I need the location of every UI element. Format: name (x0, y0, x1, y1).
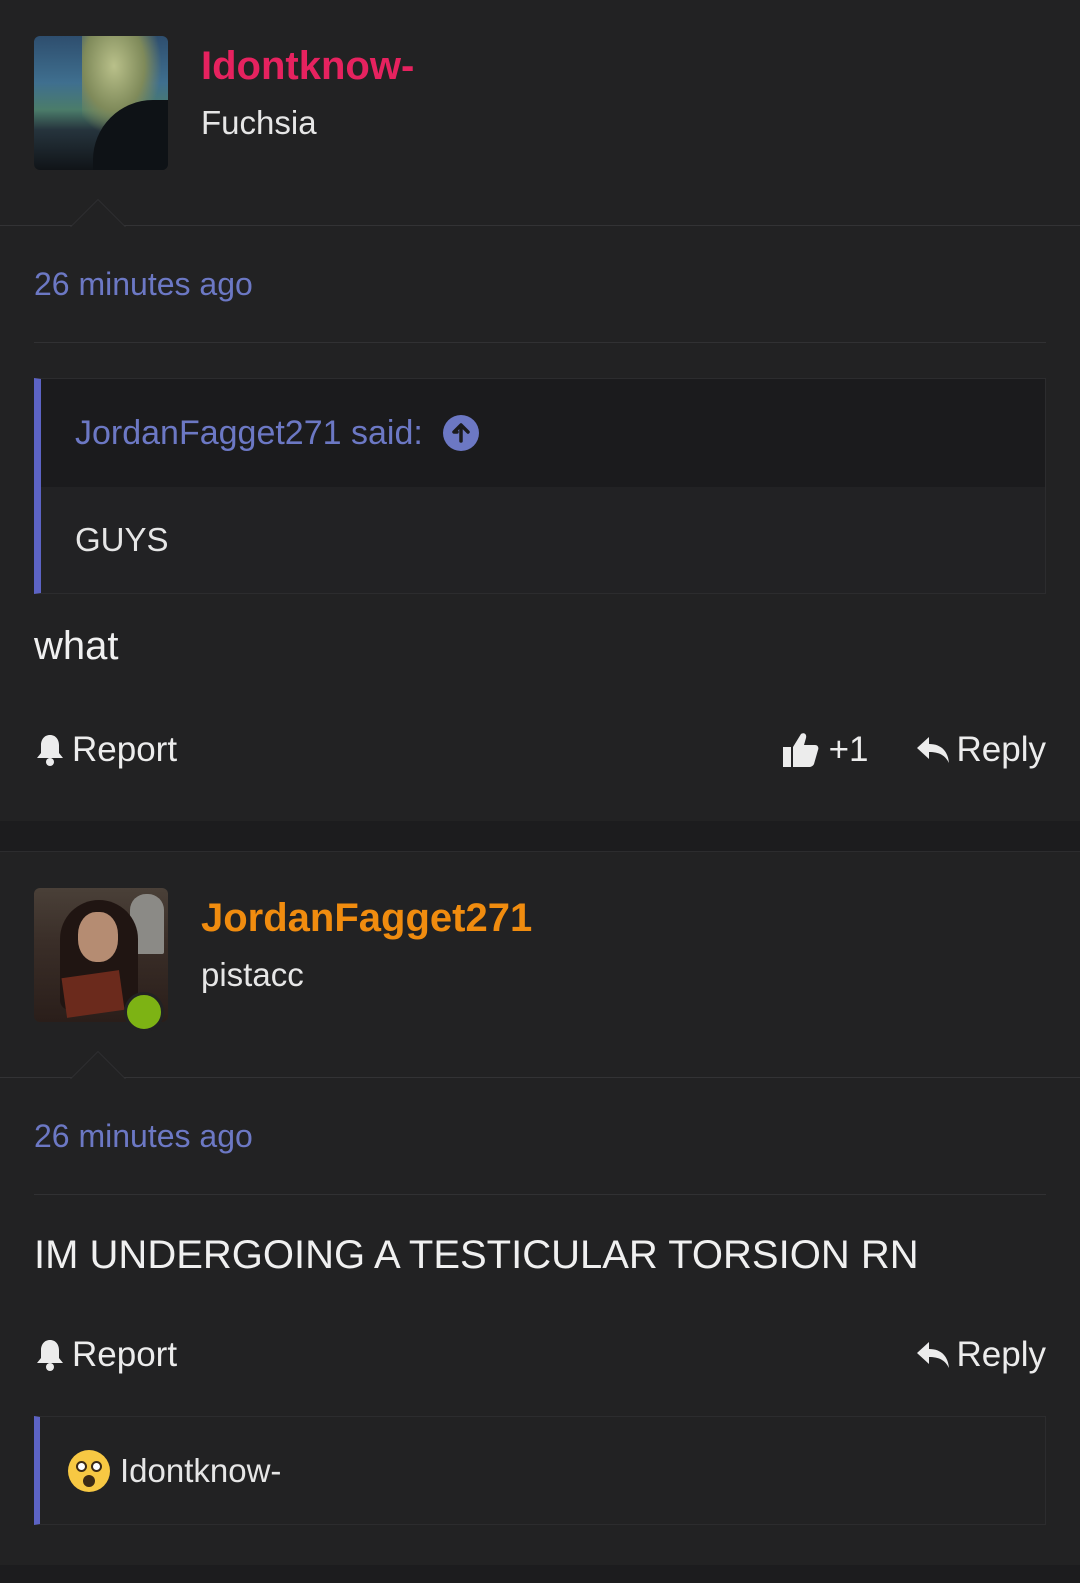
post: Idontknow- Fuchsia 26 minutes ago Jordan… (0, 0, 1080, 821)
post-message: IM UNDERGOING A TESTICULAR TORSION RN (34, 1233, 919, 1277)
reply-button[interactable]: Reply (915, 1335, 1046, 1375)
user-title: pistacc (201, 956, 304, 993)
quote-header: JordanFagget271 said: (41, 379, 1045, 487)
report-label: Report (72, 1335, 178, 1374)
reactions-bar[interactable]: Idontknow- (34, 1416, 1046, 1525)
divider (34, 1194, 1046, 1195)
quote-block: JordanFagget271 said: GUYS (34, 378, 1046, 594)
report-label: Report (72, 730, 178, 769)
post: JordanFagget271 pistacc 26 minutes ago I… (0, 851, 1080, 1565)
reply-label: Reply (956, 730, 1046, 769)
avatar-image (34, 36, 168, 170)
like-button[interactable]: +1 (781, 730, 869, 770)
post-actions: Report +1 Reply (34, 725, 1046, 775)
reply-icon (916, 737, 949, 763)
header-divider (0, 1077, 1080, 1078)
online-status-indicator (124, 992, 164, 1032)
report-button[interactable]: Report (34, 1335, 177, 1375)
bell-icon (37, 1340, 63, 1371)
post-actions: Report Reply (34, 1330, 1046, 1380)
bell-icon (37, 735, 63, 766)
quote-author[interactable]: JordanFagget271 said: (75, 414, 423, 453)
arrow-up-icon[interactable] (442, 415, 479, 451)
divider (34, 342, 1046, 343)
thumbs-up-icon (782, 733, 818, 767)
username[interactable]: Idontknow- (201, 42, 414, 90)
user-meta: Idontknow- Fuchsia (201, 36, 414, 226)
reply-icon (916, 1342, 949, 1368)
reaction-user[interactable]: Idontknow- (120, 1452, 281, 1490)
astonished-face-icon (68, 1449, 110, 1492)
quote-text: GUYS (41, 487, 1045, 593)
post-timestamp[interactable]: 26 minutes ago (34, 1078, 1046, 1154)
header-caret (70, 1051, 126, 1079)
post-timestamp[interactable]: 26 minutes ago (34, 226, 1046, 302)
user-title: Fuchsia (201, 104, 317, 141)
avatar[interactable] (34, 888, 168, 1032)
right-actions: +1 Reply (781, 730, 1046, 770)
reply-label: Reply (956, 1335, 1046, 1374)
username[interactable]: JordanFagget271 (201, 894, 532, 942)
header-divider (0, 225, 1080, 226)
avatar[interactable] (34, 36, 168, 170)
reply-button[interactable]: Reply (915, 730, 1046, 770)
user-meta: JordanFagget271 pistacc (201, 888, 532, 1078)
reaction-count: +1 (828, 730, 869, 769)
post-body: 26 minutes ago IM UNDERGOING A TESTICULA… (0, 1078, 1080, 1565)
report-button[interactable]: Report (34, 730, 177, 770)
post-body: 26 minutes ago JordanFagget271 said: GUY… (0, 226, 1080, 821)
post-header: JordanFagget271 pistacc (0, 852, 1080, 1079)
post-message: what (34, 624, 119, 668)
header-caret (70, 199, 126, 227)
post-header: Idontknow- Fuchsia (0, 0, 1080, 227)
